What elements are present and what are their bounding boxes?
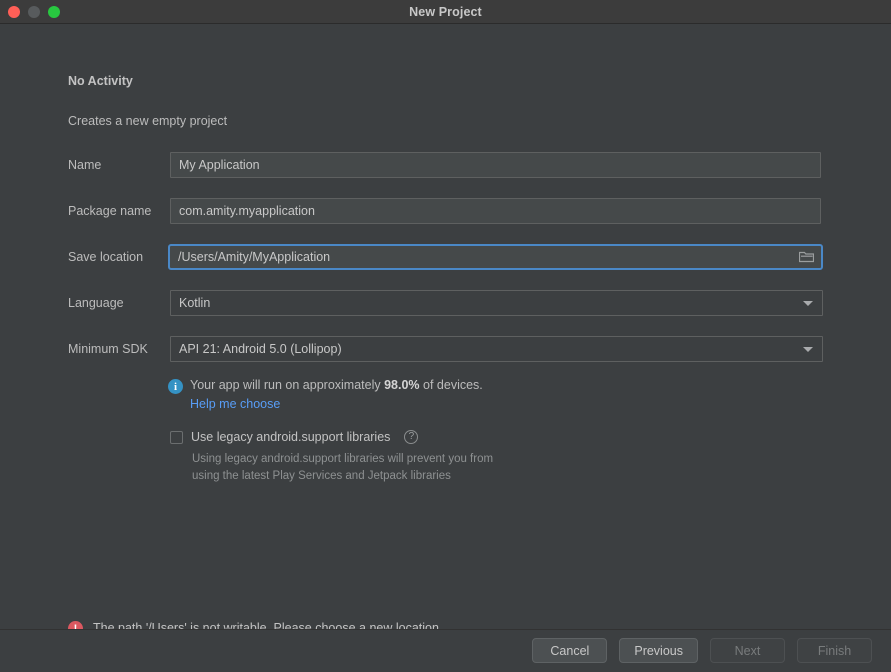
legacy-description-line-2: using the latest Play Services and Jetpa…	[192, 470, 451, 482]
close-button[interactable]	[8, 5, 20, 18]
language-select-value: Kotlin	[179, 296, 211, 310]
field-row-name: Name My Application	[0, 152, 891, 178]
legacy-libraries-description: Using legacy android.support libraries w…	[192, 451, 493, 485]
activity-description: Creates a new empty project	[68, 114, 228, 128]
chevron-down-icon	[803, 301, 813, 306]
minimum-sdk-select-value: API 21: Android 5.0 (Lollipop)	[179, 342, 342, 356]
question-mark-icon[interactable]: ?	[404, 430, 419, 444]
next-button: Next	[710, 638, 785, 663]
window-title: New Project	[409, 4, 482, 19]
dialog-content: No Activity Creates a new empty project …	[0, 24, 891, 636]
coverage-text-before: Your app will run on approximately	[190, 378, 385, 392]
finish-button: Finish	[797, 638, 872, 663]
field-row-minimum-sdk: Minimum SDK API 21: Android 5.0 (Lollipo…	[0, 336, 891, 362]
device-coverage-text: Your app will run on approximately 98.0%…	[190, 378, 483, 392]
field-row-save-location: Save location /Users/Amity/MyApplication	[0, 244, 891, 270]
activity-heading: No Activity	[68, 74, 133, 88]
dialog-footer: Cancel Previous Next Finish	[0, 629, 891, 671]
minimize-button[interactable]	[28, 5, 40, 18]
label-minimum-sdk: Minimum SDK	[68, 342, 148, 356]
name-input[interactable]: My Application	[170, 152, 821, 178]
legacy-description-line-1: Using legacy android.support libraries w…	[192, 453, 494, 465]
previous-button[interactable]: Previous	[619, 638, 698, 663]
field-row-package-name: Package name com.amity.myapplication	[0, 198, 891, 224]
folder-icon[interactable]	[798, 251, 815, 263]
name-input-value: My Application	[179, 158, 260, 172]
legacy-libraries-checkbox[interactable]	[170, 430, 183, 444]
info-icon: i	[168, 379, 183, 394]
save-location-input[interactable]: /Users/Amity/MyApplication	[168, 244, 823, 270]
label-name: Name	[68, 158, 102, 172]
package-name-input-value: com.amity.myapplication	[179, 204, 315, 218]
cancel-button[interactable]: Cancel	[532, 638, 608, 663]
minimum-sdk-select[interactable]: API 21: Android 5.0 (Lollipop)	[170, 336, 823, 362]
coverage-percent: 98.0%	[384, 378, 420, 392]
package-name-input[interactable]: com.amity.myapplication	[170, 198, 821, 224]
label-language: Language	[68, 296, 124, 310]
language-select[interactable]: Kotlin	[170, 290, 823, 316]
title-bar: New Project	[0, 0, 891, 24]
device-coverage-info: i Your app will run on approximately 98.…	[168, 378, 483, 394]
window-controls	[8, 0, 60, 23]
label-save-location: Save location	[68, 250, 144, 264]
field-row-language: Language Kotlin	[0, 290, 891, 316]
coverage-text-after: of devices.	[419, 378, 483, 392]
help-me-choose-link[interactable]: Help me choose	[190, 397, 280, 411]
chevron-down-icon	[803, 347, 813, 352]
label-package-name: Package name	[68, 204, 152, 218]
save-location-input-value: /Users/Amity/MyApplication	[178, 250, 331, 264]
zoom-button[interactable]	[48, 5, 60, 18]
legacy-libraries-row: Use legacy android.support libraries ?	[170, 430, 419, 444]
legacy-libraries-label: Use legacy android.support libraries	[191, 430, 391, 444]
